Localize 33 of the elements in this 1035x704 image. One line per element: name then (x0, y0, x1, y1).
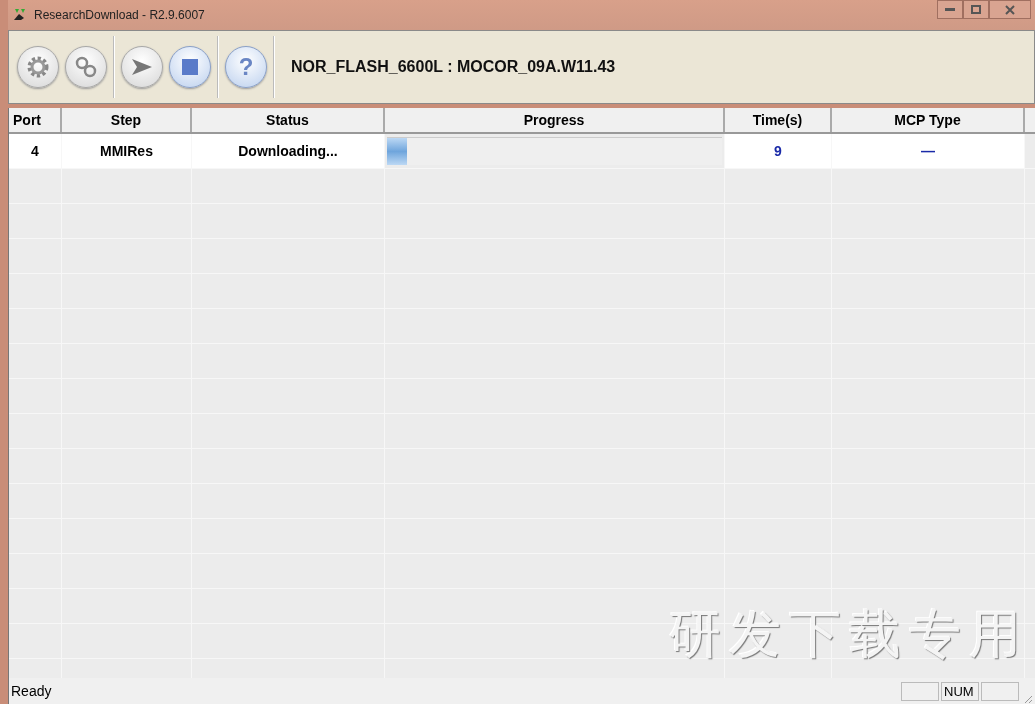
stop-icon (182, 59, 198, 75)
maximize-icon (971, 5, 981, 14)
status-pane (901, 681, 939, 701)
stop-button[interactable] (169, 46, 211, 88)
table-cell: Downloading... (192, 134, 385, 168)
gears-button[interactable] (65, 46, 107, 88)
minimize-icon (945, 7, 955, 12)
window-title: ResearchDownload - R2.9.6007 (34, 8, 205, 22)
table-cell: 9 (725, 134, 832, 168)
resize-grip[interactable] (1023, 694, 1033, 704)
table-cell: 4 (9, 134, 62, 168)
app-icon (12, 8, 28, 22)
table-cell: — (832, 134, 1025, 168)
status-pane (981, 681, 1019, 701)
column-header[interactable]: MCP Type (832, 108, 1025, 132)
gear-icon (26, 55, 50, 79)
column-header[interactable]: Port (9, 108, 62, 132)
column-header[interactable]: Status (192, 108, 385, 132)
arrow-icon (130, 57, 154, 77)
status-pane: NUM (941, 681, 979, 701)
column-header[interactable]: Time(s) (725, 108, 832, 132)
close-icon (1005, 4, 1015, 15)
close-button[interactable] (989, 0, 1031, 19)
firmware-label: NOR_FLASH_6600L : MOCOR_09A.W11.43 (291, 58, 616, 76)
minimize-button[interactable] (937, 0, 963, 19)
gear-button[interactable] (17, 46, 59, 88)
gears-icon (74, 55, 98, 79)
column-header[interactable]: Progress (385, 108, 725, 132)
column-header[interactable]: Step (62, 108, 192, 132)
maximize-button[interactable] (963, 0, 989, 19)
table-cell: MMIRes (62, 134, 192, 168)
play-button[interactable] (121, 46, 163, 88)
status-text: Ready (11, 683, 52, 699)
